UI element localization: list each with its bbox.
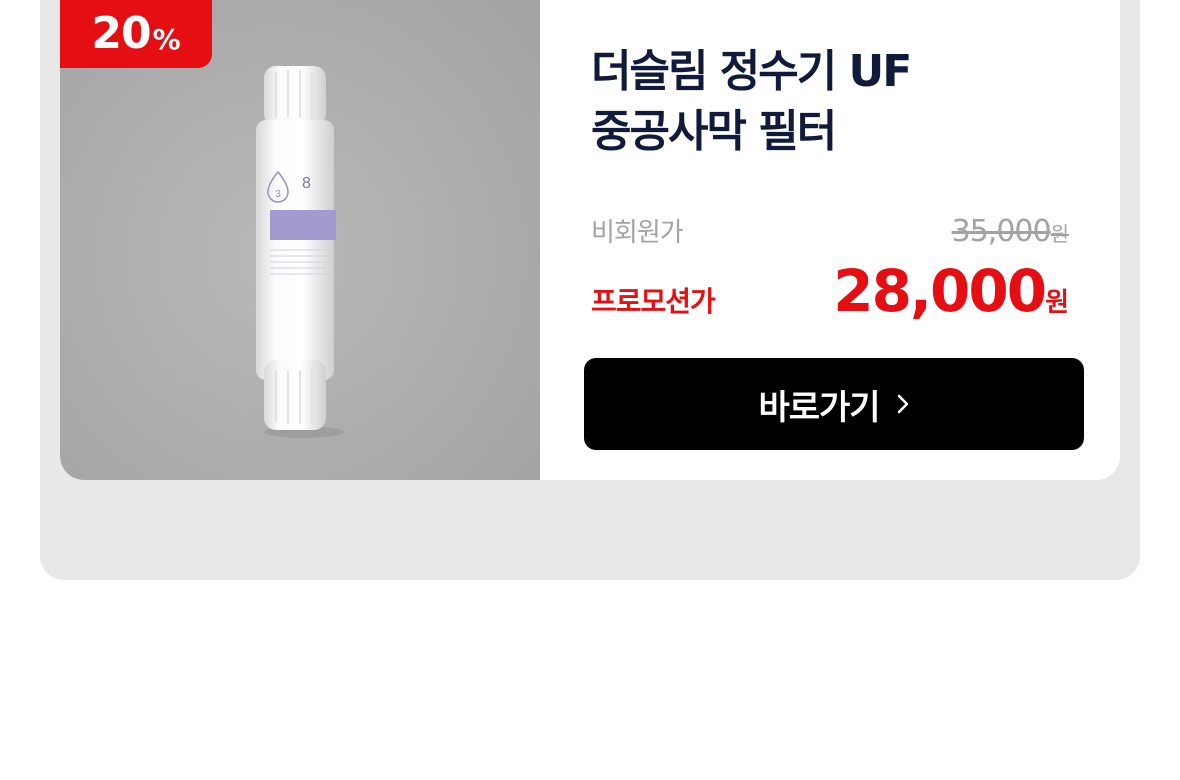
go-button[interactable]: 바로가기 <box>584 358 1084 450</box>
promo-price-label: 프로모션가 <box>591 285 716 318</box>
go-button-label: 바로가기 <box>758 387 880 428</box>
promo-price-row: 프로모션가 28,000원 <box>591 262 1069 320</box>
promo-price-unit: 원 <box>1045 288 1069 318</box>
water-filter-cartridge-image: 3 8 <box>256 66 344 438</box>
regular-price-unit: 원 <box>1050 222 1069 246</box>
regular-price-row: 비회원가 35,000원 <box>591 212 1069 249</box>
product-info: 더슬림 정수기 UF 중공사막 필터 비회원가 35,000원 프로모션가 28… <box>540 0 1120 480</box>
promo-price-value: 28,000 <box>833 257 1047 325</box>
product-card: 3 8 20 % 더슬림 정수기 UF 중공사막 필터 비회원가 35,000원… <box>60 0 1120 480</box>
chevron-right-icon <box>896 392 910 416</box>
svg-text:8: 8 <box>302 175 311 192</box>
regular-price-value: 35,000 <box>951 214 1052 249</box>
discount-number: 20 <box>91 8 151 59</box>
svg-text:3: 3 <box>275 189 281 200</box>
regular-price-label: 비회원가 <box>591 218 684 248</box>
product-image: 3 8 <box>60 0 540 480</box>
discount-unit: % <box>152 23 181 56</box>
product-title: 더슬림 정수기 UF 중공사막 필터 <box>591 46 912 157</box>
discount-badge: 20 % <box>60 0 212 68</box>
